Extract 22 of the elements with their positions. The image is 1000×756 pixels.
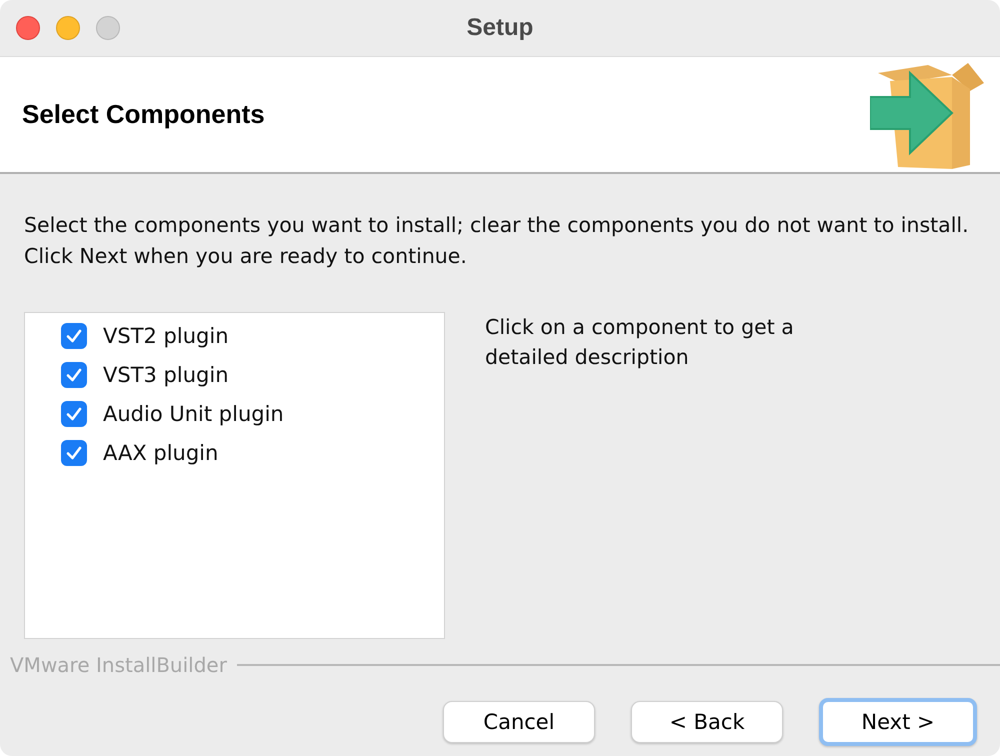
component-label[interactable]: Audio Unit plugin: [103, 402, 284, 426]
component-checkbox[interactable]: [61, 440, 87, 466]
wizard-button[interactable]: < Back: [631, 701, 783, 743]
wizard-button[interactable]: Cancel: [443, 701, 595, 743]
component-checkbox[interactable]: [61, 401, 87, 427]
window-title: Setup: [466, 14, 534, 42]
component-label[interactable]: VST3 plugin: [103, 363, 229, 387]
component-checkbox[interactable]: [61, 362, 87, 388]
checkmark-icon: [65, 444, 83, 462]
branding-text: VMware InstallBuilder: [10, 653, 227, 677]
checkmark-icon: [65, 405, 83, 423]
checkmark-icon: [65, 327, 83, 345]
page-title: Select Components: [22, 99, 265, 130]
checkmark-icon: [65, 366, 83, 384]
wizard-button[interactable]: Next >: [819, 698, 977, 746]
component-checkbox[interactable]: [61, 323, 87, 349]
instructions-text: Select the components you want to install; clear the components you do not want to install. Click Next when you are ready to continue.: [24, 212, 970, 270]
description-text: Click on a component to get a detailed description: [485, 314, 795, 371]
package-arrow-icon: [870, 60, 986, 168]
component-label[interactable]: AAX plugin: [103, 441, 218, 465]
close-button[interactable]: [16, 16, 40, 40]
component-label[interactable]: VST2 plugin: [103, 324, 229, 348]
